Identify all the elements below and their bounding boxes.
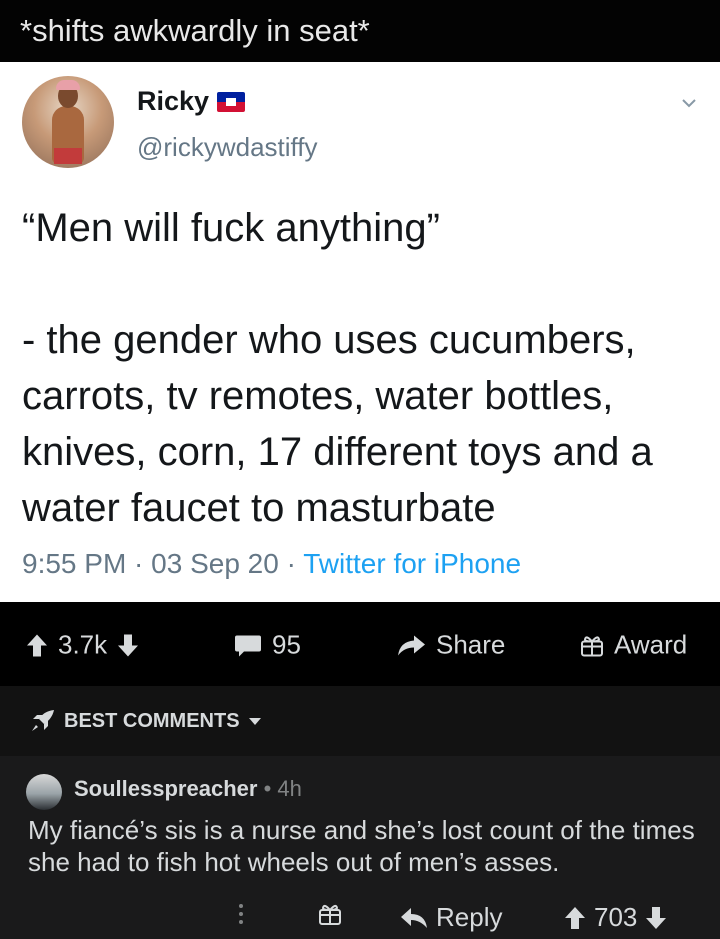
- chevron-down-icon[interactable]: [680, 94, 698, 112]
- tweet-card: Ricky @rickywdastiffy “Men will fuck any…: [0, 62, 720, 602]
- comment-vote-group: 703: [564, 902, 667, 933]
- upvote-icon[interactable]: [26, 633, 48, 657]
- comment-upvote-icon[interactable]: [564, 906, 586, 930]
- comment-header: Soullesspreacher • 4h: [74, 776, 302, 802]
- share-button[interactable]: Share: [396, 630, 505, 661]
- caret-down-icon: [248, 716, 262, 726]
- comment-time: 4h: [277, 776, 302, 801]
- comment-award-icon[interactable]: [318, 902, 342, 926]
- comment-count: 95: [272, 629, 301, 660]
- more-options-icon[interactable]: [238, 902, 244, 926]
- award-label: Award: [614, 629, 688, 660]
- tweet-source[interactable]: Twitter for iPhone: [303, 548, 521, 579]
- comment-score: 703: [594, 902, 638, 932]
- rocket-icon: [30, 709, 56, 733]
- comment-downvote-icon[interactable]: [645, 906, 667, 930]
- tweet-author: Ricky: [137, 86, 246, 117]
- tweet-time: 9:55 PM · 03 Sep 20 ·: [22, 548, 304, 579]
- share-label: Share: [436, 629, 506, 660]
- share-icon: [396, 633, 426, 657]
- separator-dot: •: [263, 776, 272, 801]
- award-button[interactable]: Award: [580, 630, 687, 661]
- reply-icon: [400, 907, 428, 929]
- post-title: *shifts awkwardly in seat*: [0, 0, 720, 62]
- sort-label: BEST COMMENTS: [64, 709, 240, 732]
- comment-avatar[interactable]: [26, 774, 62, 810]
- comment: Soullesspreacher • 4h My fiancé’s sis is…: [0, 756, 720, 939]
- tweet-author-name: Ricky: [137, 86, 210, 116]
- comment-body: My fiancé’s sis is a nurse and she’s los…: [28, 815, 695, 877]
- reply-label: Reply: [436, 902, 503, 932]
- comments-button[interactable]: 95: [234, 630, 301, 661]
- comment-username[interactable]: Soullesspreacher: [74, 776, 257, 801]
- post-score: 3.7k: [58, 629, 108, 660]
- vote-group: 3.7k: [26, 630, 139, 661]
- tweet-text: “Men will fuck anything” - the gender wh…: [22, 206, 653, 530]
- gift-icon: [580, 633, 604, 657]
- comment-sort-dropdown[interactable]: BEST COMMENTS: [0, 686, 720, 756]
- tweet-handle: @rickywdastiffy: [137, 132, 318, 162]
- post-action-bar: 3.7k 95 Share Award: [0, 604, 720, 686]
- reply-button[interactable]: Reply: [400, 902, 502, 933]
- tweet-avatar[interactable]: [22, 76, 114, 168]
- comment-icon: [234, 633, 262, 657]
- tweet-meta: 9:55 PM · 03 Sep 20 · Twitter for iPhone: [22, 548, 521, 580]
- haiti-flag-icon: [217, 91, 246, 112]
- downvote-icon[interactable]: [117, 633, 139, 657]
- comment-action-bar: Reply 703: [0, 902, 720, 932]
